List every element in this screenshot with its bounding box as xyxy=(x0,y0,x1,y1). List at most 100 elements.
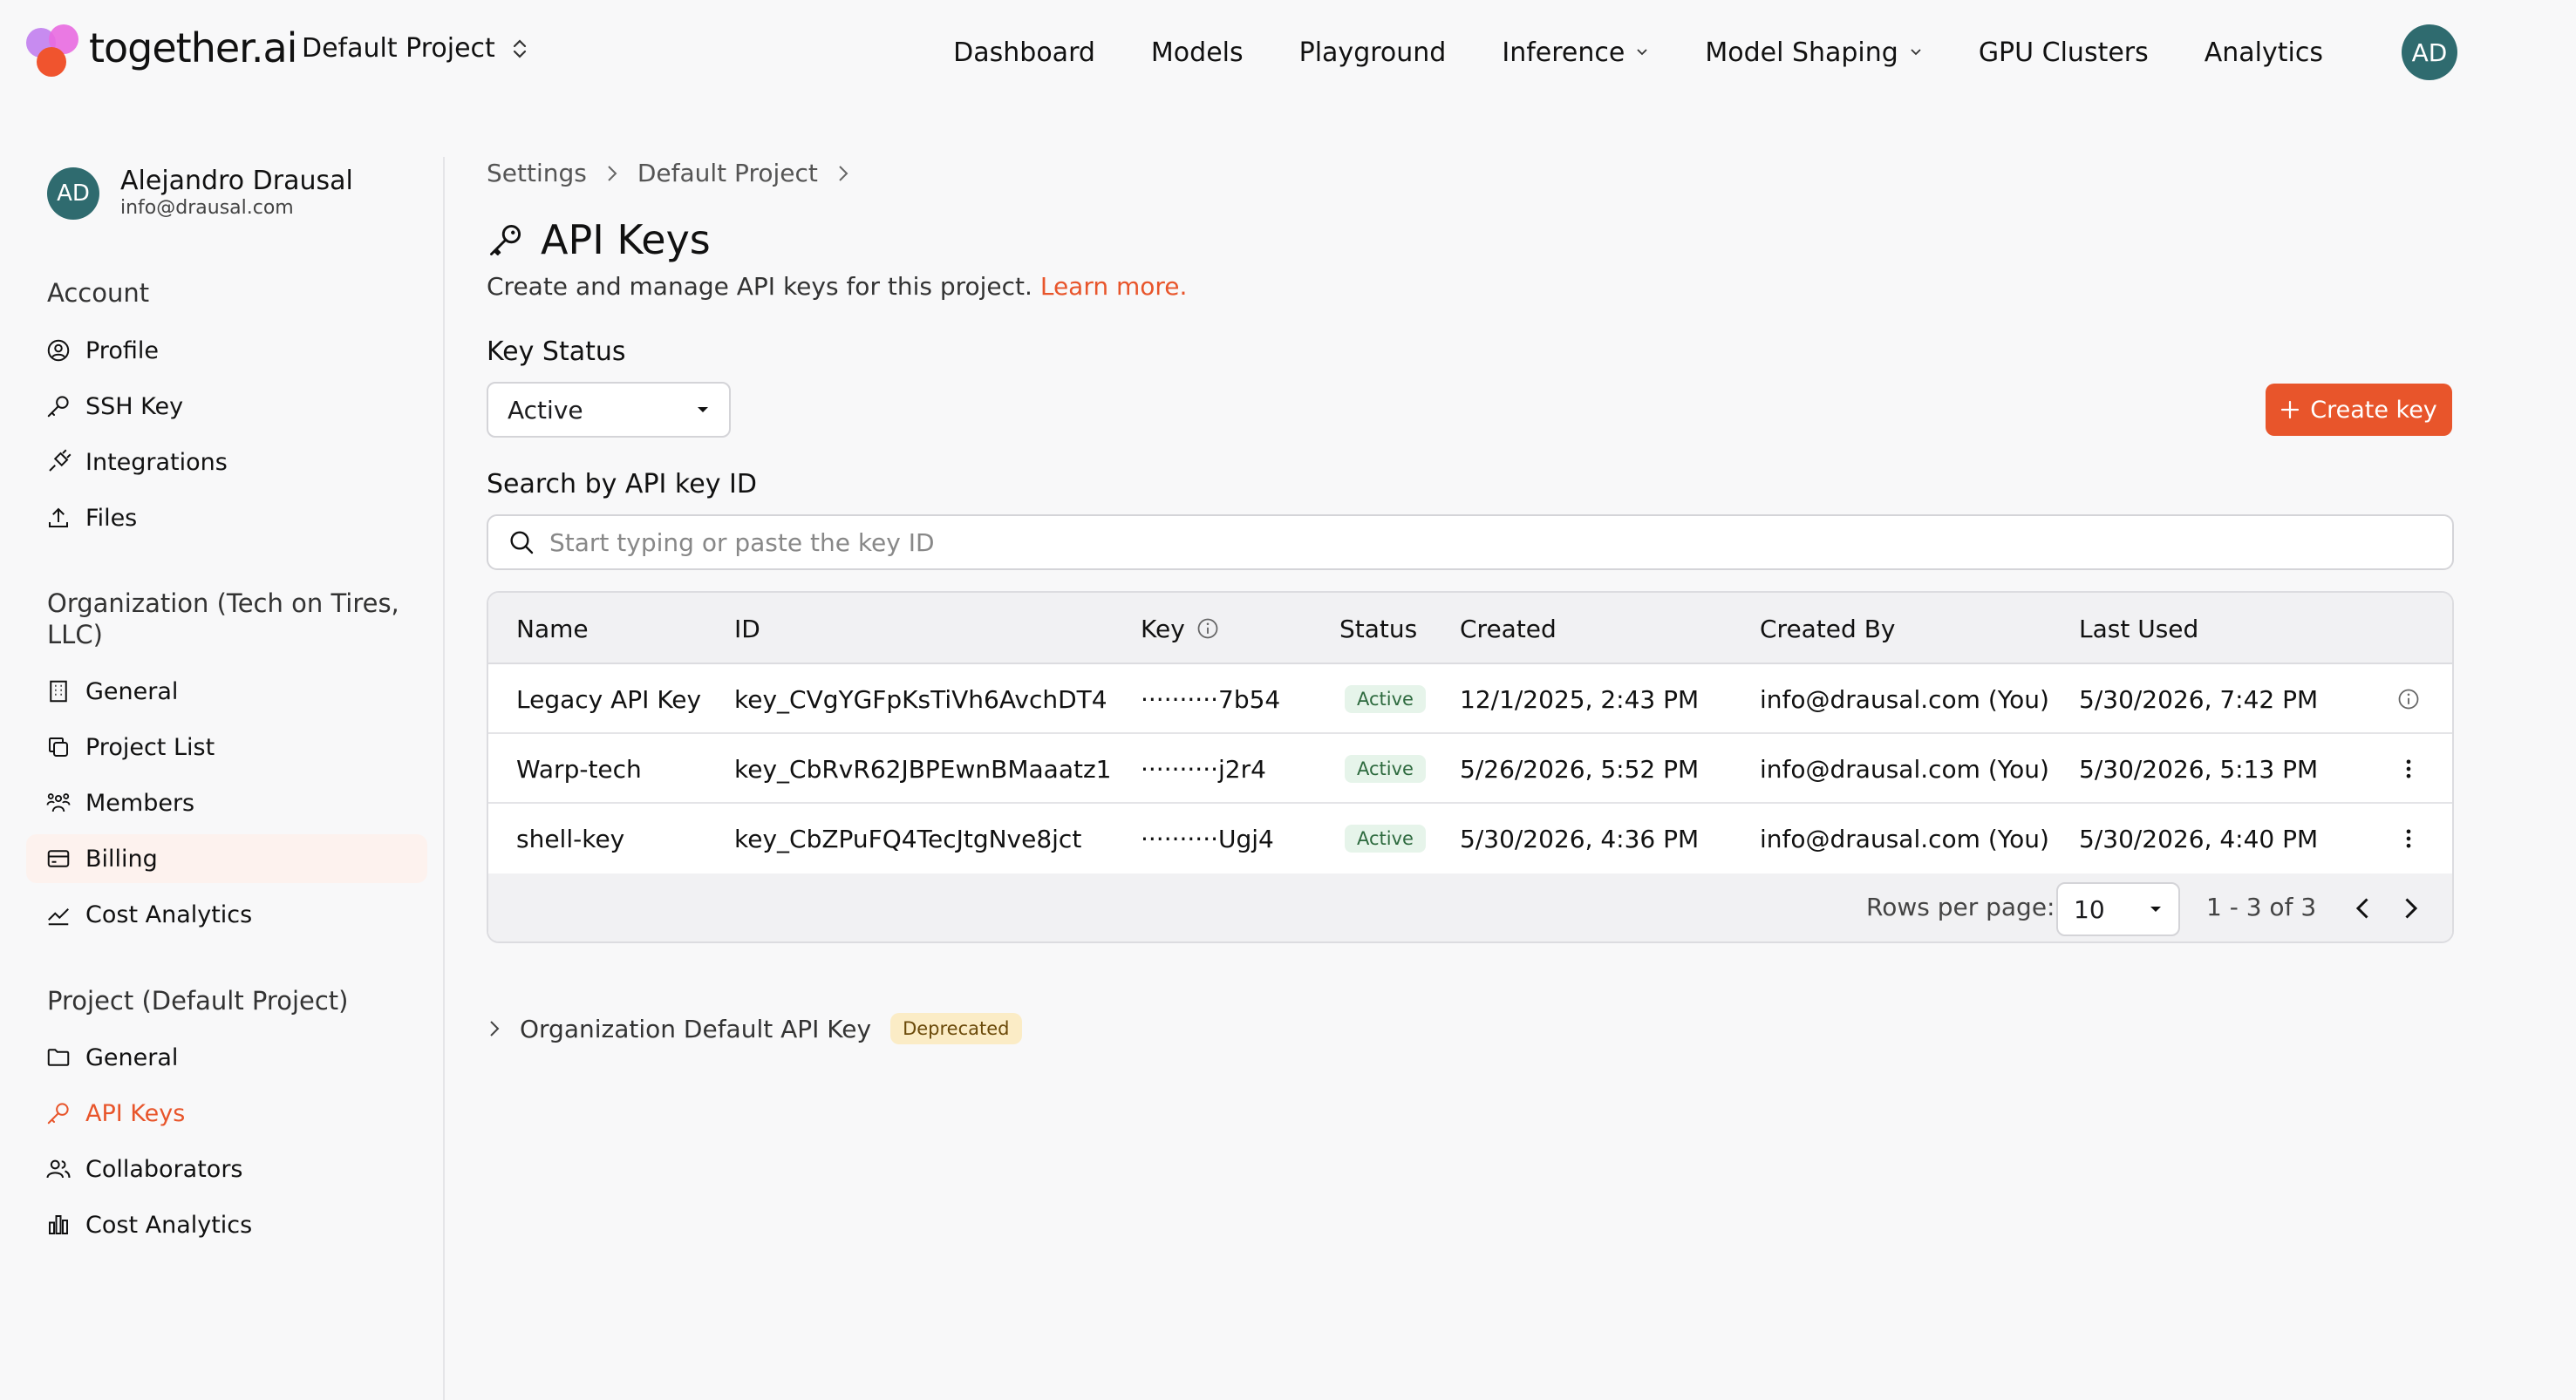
sidebar-item-org-billing[interactable]: Billing xyxy=(26,834,427,883)
cell-key[interactable]: ··········Ugj4 xyxy=(1141,804,1274,873)
cell-last-used: 5/30/2026, 5:13 PM xyxy=(2079,754,2319,784)
chevron-right-icon xyxy=(490,1021,500,1036)
nav-item-label: Dashboard xyxy=(953,37,1095,68)
cell-created: 5/30/2026, 4:36 PM xyxy=(1460,824,1700,853)
sidebar-item-project-api-keys[interactable]: API Keys xyxy=(26,1089,427,1138)
chevron-right-icon xyxy=(839,165,848,181)
cell-actions[interactable] xyxy=(2396,804,2421,873)
bar-chart-icon xyxy=(49,1215,68,1234)
info-icon[interactable] xyxy=(1196,616,1220,641)
more-vertical-icon[interactable] xyxy=(2396,826,2421,851)
nav-item-playground[interactable]: Playground xyxy=(1299,37,1447,68)
col-name: Name xyxy=(516,614,589,643)
cell-name: Warp-tech xyxy=(516,754,642,784)
rows-per-page-label: Rows per page: xyxy=(1866,893,2055,921)
cell-id[interactable]: key_CbRvR62JBPEwnBMaaatz1 xyxy=(734,734,1111,804)
cell-id[interactable]: key_CVgYGFpKsTiVh6AvchDT4 xyxy=(734,664,1107,734)
search-input[interactable] xyxy=(549,527,2381,557)
key-icon xyxy=(47,1103,69,1125)
rows-per-page-value: 10 xyxy=(2074,894,2105,924)
section-title-organization: Organization (Tech on Tires, LLC) xyxy=(47,588,399,649)
sidebar-item-label: Integrations xyxy=(85,448,228,476)
sidebar-item-label: Project List xyxy=(85,733,215,761)
brand-name[interactable]: together.ai xyxy=(89,24,297,71)
sidebar-item-label: Collaborators xyxy=(85,1155,243,1183)
cell-created-by: info@drausal.com (You) xyxy=(1760,754,2049,784)
cell-actions[interactable] xyxy=(2396,664,2421,734)
breadcrumb-default-project[interactable]: Default Project xyxy=(637,159,818,187)
sidebar-item-project-general[interactable]: General xyxy=(26,1033,427,1082)
profile-icon xyxy=(47,339,70,362)
user-avatar-button[interactable]: AD xyxy=(2402,24,2457,80)
page-root: together.ai Default Project Dashboard Mod… xyxy=(0,0,2576,1400)
sidebar-item-account-profile[interactable]: Profile xyxy=(26,326,427,375)
cell-status: Active xyxy=(1345,804,1426,873)
nav-item-inference[interactable]: Inference xyxy=(1502,37,1649,68)
cell-actions[interactable] xyxy=(2396,734,2421,804)
more-vertical-icon[interactable] xyxy=(2396,757,2421,781)
pagination-range: 1 - 3 of 3 xyxy=(2206,893,2317,921)
sidebar-item-label: SSH Key xyxy=(85,392,184,420)
plug-icon xyxy=(49,449,72,472)
nav-item-model-shaping[interactable]: Model Shaping xyxy=(1705,37,1922,68)
status-badge: Active xyxy=(1345,685,1426,713)
nav-item-dashboard[interactable]: Dashboard xyxy=(953,37,1095,68)
cell-created: 12/1/2025, 2:43 PM xyxy=(1460,684,1700,714)
col-key-label: Key xyxy=(1141,614,1185,643)
nav-item-gpu-clusters[interactable]: GPU Clusters xyxy=(1979,37,2149,68)
search-icon xyxy=(510,531,534,554)
cell-created-by: info@drausal.com (You) xyxy=(1760,684,2049,714)
chevron-left-icon[interactable] xyxy=(2348,893,2379,924)
cell-last-used: 5/30/2026, 4:40 PM xyxy=(2079,824,2319,853)
cell-status: Active xyxy=(1345,664,1426,734)
cell-id[interactable]: key_CbZPuFQ4TecJtgNve8jct xyxy=(734,804,1081,873)
nav-item-label: Model Shaping xyxy=(1705,37,1898,68)
org-default-key-toggle[interactable]: Organization Default API Key Deprecated xyxy=(488,1013,1022,1044)
trend-icon xyxy=(48,908,69,926)
sidebar-item-org-cost-analytics[interactable]: Cost Analytics xyxy=(26,890,427,939)
together-logo-icon[interactable] xyxy=(26,24,84,78)
breadcrumb: Settings Default Project xyxy=(487,159,849,187)
table-row[interactable]: shell-key key_CbZPuFQ4TecJtgNve8jct ······… xyxy=(488,804,2452,873)
table-footer: Rows per page: 10 1 - 3 of 3 xyxy=(488,873,2452,941)
rows-per-page-select[interactable]: 10 xyxy=(2056,882,2180,936)
col-status: Status xyxy=(1339,614,1418,643)
project-switcher[interactable]: Default Project xyxy=(302,33,528,64)
sidebar-item-project-collaborators[interactable]: Collaborators xyxy=(26,1145,427,1193)
nav-item-label: Models xyxy=(1150,37,1244,68)
breadcrumb-settings[interactable]: Settings xyxy=(487,159,587,187)
sidebar-item-label: Cost Analytics xyxy=(85,1211,253,1239)
sidebar-item-org-general[interactable]: General xyxy=(26,667,427,716)
table-row[interactable]: Warp-tech key_CbRvR62JBPEwnBMaaatz1 ······… xyxy=(488,734,2452,804)
search-box xyxy=(487,514,2454,570)
key-status-select[interactable]: Active xyxy=(487,382,731,438)
sidebar-item-label: Billing xyxy=(85,845,158,873)
user-name: Alejandro Drausal xyxy=(120,166,353,196)
sidebar-item-project-cost-analytics[interactable]: Cost Analytics xyxy=(26,1200,427,1249)
user-email: info@drausal.com xyxy=(120,197,294,219)
nav-item-models[interactable]: Models xyxy=(1151,37,1244,68)
nav-item-analytics[interactable]: Analytics xyxy=(2205,37,2323,68)
sidebar-item-account-ssh-key[interactable]: SSH Key xyxy=(26,382,427,431)
sidebar-item-org-project-list[interactable]: Project List xyxy=(26,723,427,771)
top-navbar: together.ai Default Project Dashboard Mod… xyxy=(0,0,2576,105)
sidebar-item-org-members[interactable]: Members xyxy=(26,778,427,827)
chevron-right-icon[interactable] xyxy=(2395,893,2426,924)
subtitle-text: Create and manage API keys for this proj… xyxy=(487,272,1032,301)
cell-key[interactable]: ··········j2r4 xyxy=(1141,734,1266,804)
cell-status: Active xyxy=(1345,734,1426,804)
key-icon xyxy=(47,396,69,418)
col-created: Created xyxy=(1460,614,1557,643)
caret-down-icon xyxy=(698,407,708,412)
info-icon[interactable] xyxy=(2396,687,2421,711)
learn-more-link[interactable]: Learn more. xyxy=(1040,272,1188,301)
create-key-button[interactable]: Create key xyxy=(2266,384,2452,436)
sidebar-item-account-files[interactable]: Files xyxy=(26,493,427,542)
page-header: API Keys xyxy=(487,216,711,263)
sidebar-item-account-integrations[interactable]: Integrations xyxy=(26,438,427,486)
section-title-project: Project (Default Project) xyxy=(47,986,349,1016)
cell-key[interactable]: ··········7b54 xyxy=(1141,664,1280,734)
members-icon xyxy=(46,793,71,812)
upload-icon xyxy=(49,507,68,527)
table-row[interactable]: Legacy API Key key_CVgYGFpKsTiVh6AvchDT4 ·… xyxy=(488,664,2452,734)
